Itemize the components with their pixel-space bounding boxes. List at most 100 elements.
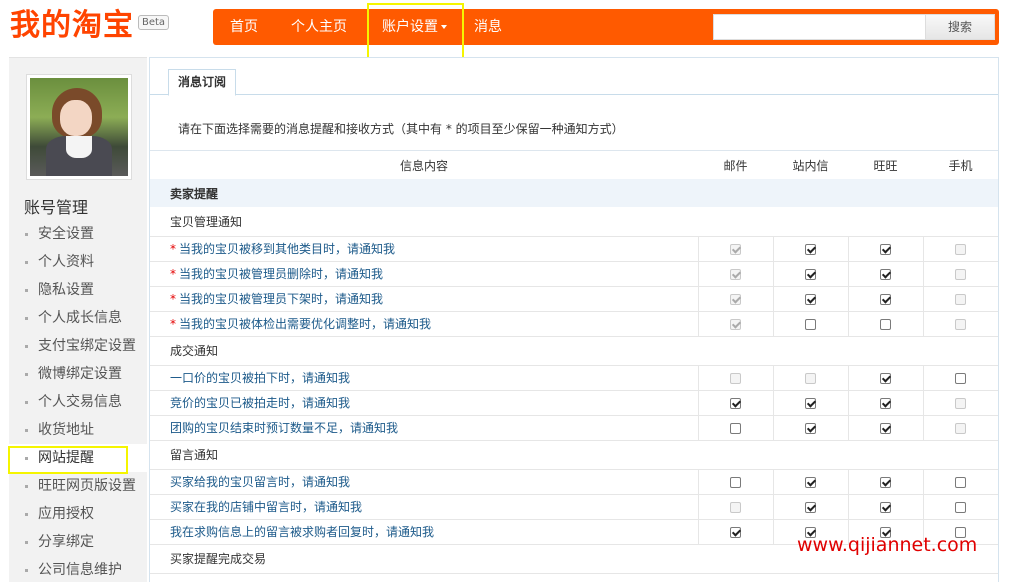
bullet-icon — [25, 372, 28, 376]
cell-wangwang — [847, 365, 923, 391]
tab-bar: 消息订阅 — [150, 58, 998, 96]
cell-wangwang — [847, 261, 923, 287]
phone-checkbox[interactable] — [955, 501, 967, 513]
wangwang-checkbox[interactable] — [880, 268, 891, 280]
nav-profile[interactable]: 个人主页 — [291, 9, 347, 45]
required-marker: * — [170, 242, 176, 256]
cell-mail — [697, 365, 773, 391]
mail-checkbox — [730, 501, 741, 513]
wangwang-checkbox[interactable] — [880, 501, 891, 513]
sidebar-item[interactable]: 支付宝绑定设置 — [9, 332, 147, 360]
group-title: 留言通知 — [150, 440, 998, 470]
section-row: 卖家提醒 — [150, 179, 998, 207]
logo-text: 我的淘宝 — [10, 8, 134, 43]
sidebar-item[interactable]: 分享绑定 — [9, 528, 147, 556]
wangwang-checkbox[interactable] — [880, 293, 891, 305]
row-description: 团购的宝贝结束时预订数量不足，请通知我 — [150, 415, 698, 441]
group-row: 成交通知 — [150, 336, 998, 366]
cell-phone — [922, 286, 998, 312]
site-checkbox[interactable] — [805, 318, 816, 330]
taobao-logo[interactable]: 我的淘宝 Beta — [10, 6, 170, 46]
row-description: 我在求购信息上的留言被求购者回复时，请通知我 — [150, 519, 698, 545]
tab-message-subscription[interactable]: 消息订阅 — [168, 69, 237, 96]
sidebar-item[interactable]: 隐私设置 — [9, 276, 147, 304]
nav-home[interactable]: 首页 — [230, 9, 258, 45]
wangwang-checkbox[interactable] — [880, 372, 891, 384]
sidebar-item[interactable]: 微博绑定设置 — [9, 360, 147, 388]
row-text: 当我的宝贝被体检出需要优化调整时，请通知我 — [179, 317, 432, 331]
table-row: * 当我的宝贝被管理员删除时，请通知我 — [150, 261, 998, 287]
required-marker: * — [170, 292, 176, 306]
site-checkbox[interactable] — [805, 268, 816, 280]
mail-checkbox — [730, 268, 741, 280]
sidebar-item-label: 个人资料 — [38, 254, 94, 270]
phone-checkbox — [955, 243, 967, 255]
search-button[interactable]: 搜索 — [925, 14, 995, 40]
wangwang-checkbox[interactable] — [880, 243, 891, 255]
table-row: 买家在我的店铺中留言时，请通知我 — [150, 494, 998, 520]
cell-phone — [922, 261, 998, 287]
sidebar-item-label: 收货地址 — [38, 422, 94, 438]
site-checkbox[interactable] — [805, 422, 816, 434]
cell-wangwang — [847, 236, 923, 262]
site-checkbox[interactable] — [805, 293, 816, 305]
site-checkbox[interactable] — [805, 501, 816, 513]
cell-mail — [697, 286, 773, 312]
sidebar-menu: 安全设置个人资料隐私设置个人成长信息 支付宝绑定设置微博绑定设置 个人交易信息收货地… — [9, 220, 147, 582]
col-header-phone: 手机 — [948, 159, 973, 173]
bullet-icon — [25, 540, 28, 544]
row-text: 一口价的宝贝被拍下时，请通知我 — [170, 371, 351, 385]
cell-mail — [697, 519, 773, 545]
col-header-mail: 邮件 — [723, 159, 748, 173]
cell-site — [772, 365, 848, 391]
sidebar-item[interactable]: 旺旺网页版设置 — [9, 472, 147, 500]
cell-wangwang — [847, 469, 923, 495]
sidebar-item[interactable]: 个人资料 — [9, 248, 147, 276]
watermark: www.qijiannet.com — [797, 534, 978, 556]
wangwang-checkbox[interactable] — [880, 397, 891, 409]
cell-mail — [697, 469, 773, 495]
nav-messages[interactable]: 消息 — [474, 9, 502, 45]
cell-phone — [922, 390, 998, 416]
sidebar-item[interactable]: 个人交易信息 — [9, 388, 147, 416]
site-checkbox[interactable] — [805, 397, 816, 409]
sidebar-item-label: 个人成长信息 — [38, 310, 122, 326]
row-description: * 当我的宝贝被移到其他类目时，请通知我 — [150, 236, 698, 262]
sidebar-item[interactable]: 应用授权 — [9, 500, 147, 528]
sidebar-item[interactable]: 安全设置 — [9, 220, 147, 248]
sidebar-item[interactable]: 个人成长信息 — [9, 304, 147, 332]
table-row: 一口价的宝贝被拍下时，请通知我 — [150, 365, 998, 391]
site-checkbox[interactable] — [805, 476, 816, 488]
search-input[interactable] — [713, 14, 926, 40]
wangwang-checkbox[interactable] — [880, 422, 891, 434]
mail-checkbox[interactable] — [730, 526, 741, 538]
main-panel: 消息订阅 请在下面选择需要的消息提醒和接收方式（其中有 * 的项目至少保留一种通… — [149, 57, 999, 582]
phone-checkbox — [955, 318, 967, 330]
col-header-site: 站内信 — [792, 159, 829, 173]
sidebar-item[interactable]: 公司信息维护 — [9, 556, 147, 582]
sidebar-item-label: 应用授权 — [38, 506, 94, 522]
mail-checkbox[interactable] — [730, 422, 741, 434]
phone-checkbox[interactable] — [955, 476, 967, 488]
wangwang-checkbox[interactable] — [880, 476, 891, 488]
phone-checkbox — [955, 293, 967, 305]
sidebar-item-label: 支付宝绑定设置 — [38, 338, 136, 354]
phone-checkbox — [955, 268, 967, 280]
table-header: 信息内容 邮件 站内信 旺旺 手机 — [150, 152, 998, 179]
top-navbar: 首页 个人主页 账户设置 消息 搜索 — [213, 9, 999, 45]
phone-checkbox — [955, 422, 967, 434]
phone-checkbox[interactable] — [955, 372, 967, 384]
cell-wangwang — [847, 286, 923, 312]
cell-wangwang — [847, 311, 923, 337]
mail-checkbox[interactable] — [730, 476, 741, 488]
divider — [150, 150, 998, 151]
sidebar-item[interactable]: 收货地址 — [9, 416, 147, 444]
mail-checkbox[interactable] — [730, 397, 741, 409]
wangwang-checkbox[interactable] — [880, 318, 891, 330]
avatar[interactable] — [26, 74, 132, 180]
cell-phone — [922, 236, 998, 262]
cell-site — [772, 286, 848, 312]
sidebar-item-label: 旺旺网页版设置 — [38, 478, 136, 494]
site-checkbox[interactable] — [805, 243, 816, 255]
table-row: 买家给我的宝贝留言时，请通知我 — [150, 469, 998, 495]
